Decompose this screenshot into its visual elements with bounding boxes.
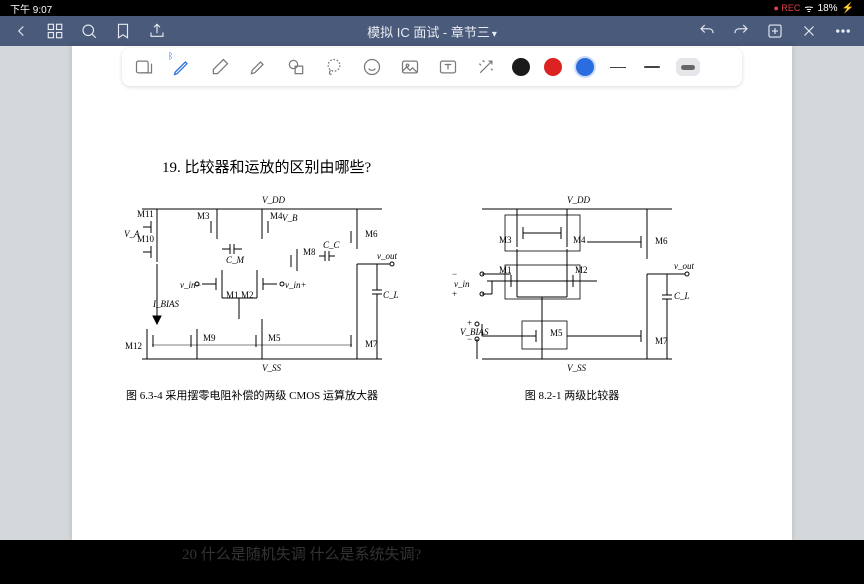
- shape-tool-icon[interactable]: [284, 55, 308, 79]
- grid-icon[interactable]: [46, 22, 64, 40]
- figure-right: V_DD V_SS M3 M4 M6: [442, 189, 702, 403]
- color-black[interactable]: [512, 58, 530, 76]
- bookmark-icon[interactable]: [114, 22, 132, 40]
- svg-text:M6: M6: [365, 229, 378, 239]
- svg-text:+: +: [452, 289, 457, 299]
- circuit-right-svg: V_DD V_SS M3 M4 M6: [442, 189, 702, 379]
- back-icon[interactable]: [12, 22, 30, 40]
- highlighter-tool-icon[interactable]: [246, 55, 270, 79]
- svg-text:M2: M2: [575, 265, 588, 275]
- read-mode-icon[interactable]: [132, 55, 156, 79]
- svg-text:C_C: C_C: [323, 240, 341, 250]
- document-page[interactable]: ᛒ: [72, 46, 792, 540]
- wifi-icon: ᯤ: [804, 1, 813, 15]
- more-icon[interactable]: [834, 22, 852, 40]
- bluetooth-badge-icon: ᛒ: [168, 51, 178, 61]
- svg-text:M11: M11: [137, 209, 154, 219]
- document-title[interactable]: 模拟 IC 面试 - 章节三▾: [182, 22, 682, 41]
- magic-tool-icon[interactable]: [474, 55, 498, 79]
- svg-text:M3: M3: [499, 235, 512, 245]
- close-icon[interactable]: [800, 22, 818, 40]
- image-tool-icon[interactable]: [398, 55, 422, 79]
- svg-text:M5: M5: [550, 328, 563, 338]
- share-icon[interactable]: [148, 22, 166, 40]
- svg-text:M10: M10: [137, 234, 155, 244]
- svg-text:v_out: v_out: [674, 261, 694, 271]
- figure-right-caption: 图 8.2-1 两级比较器: [525, 387, 619, 403]
- app-header: 模拟 IC 面试 - 章节三▾: [0, 16, 864, 46]
- stroke-thick-selected[interactable]: [676, 58, 700, 76]
- svg-text:I_BIAS: I_BIAS: [152, 299, 179, 309]
- svg-text:V_SS: V_SS: [567, 363, 586, 373]
- battery-level: 18%: [818, 3, 838, 14]
- svg-text:M7: M7: [365, 339, 378, 349]
- sticker-tool-icon[interactable]: [360, 55, 384, 79]
- annotation-toolbar: ᛒ: [122, 48, 742, 86]
- svg-text:M4: M4: [573, 235, 586, 245]
- question-20-partial: 20 什么是随机失调 什么是系统失调?: [182, 543, 762, 564]
- redo-icon[interactable]: [732, 22, 750, 40]
- svg-text:M7: M7: [655, 336, 668, 346]
- svg-text:−: −: [452, 269, 457, 279]
- svg-text:v_in+: v_in+: [285, 280, 307, 290]
- content-area: ᛒ: [0, 46, 864, 540]
- battery-icon: ⚡: [842, 3, 854, 14]
- figure-left: V_DD V_SS M11 M10 V_A: [102, 189, 402, 403]
- svg-text:M12: M12: [125, 341, 142, 351]
- question-19: 19. 比较器和运放的区别由哪些?: [162, 156, 762, 177]
- svg-text:C_L: C_L: [674, 291, 690, 301]
- color-red[interactable]: [544, 58, 562, 76]
- eraser-tool-icon[interactable]: [208, 55, 232, 79]
- svg-text:M5: M5: [268, 333, 281, 343]
- search-icon[interactable]: [80, 22, 98, 40]
- recording-indicator: ● REC: [773, 3, 800, 13]
- svg-text:M3: M3: [197, 211, 210, 221]
- document-content: 19. 比较器和运放的区别由哪些? V_DD V_SS: [72, 46, 792, 584]
- add-page-icon[interactable]: [766, 22, 784, 40]
- svg-text:V_DD: V_DD: [567, 195, 590, 205]
- undo-icon[interactable]: [698, 22, 716, 40]
- stroke-medium[interactable]: [642, 57, 662, 77]
- svg-text:V_DD: V_DD: [262, 195, 285, 205]
- svg-text:M6: M6: [655, 236, 668, 246]
- svg-text:v_out: v_out: [377, 251, 397, 261]
- lasso-tool-icon[interactable]: [322, 55, 346, 79]
- svg-text:C_L: C_L: [383, 290, 399, 300]
- svg-text:M8: M8: [303, 247, 316, 257]
- svg-text:v_in−: v_in−: [180, 280, 202, 290]
- color-blue-selected[interactable]: [576, 58, 594, 76]
- chevron-down-icon: ▾: [492, 29, 497, 40]
- status-bar: 下午 9:07 ● REC ᯤ 18% ⚡: [0, 0, 864, 16]
- svg-text:V_A: V_A: [124, 229, 140, 239]
- circuit-left-svg: V_DD V_SS M11 M10 V_A: [102, 189, 402, 379]
- stroke-thin[interactable]: [608, 57, 628, 77]
- text-tool-icon[interactable]: [436, 55, 460, 79]
- svg-text:v_in: v_in: [454, 279, 470, 289]
- svg-text:V_B: V_B: [282, 213, 298, 223]
- pen-tool-icon[interactable]: ᛒ: [170, 55, 194, 79]
- status-time: 下午 9:07: [10, 1, 432, 16]
- svg-text:M9: M9: [203, 333, 216, 343]
- svg-text:V_SS: V_SS: [262, 363, 281, 373]
- figure-left-caption: 图 6.3-4 采用摆零电阻补偿的两级 CMOS 运算放大器: [126, 387, 378, 403]
- svg-text:C_M: C_M: [226, 255, 245, 265]
